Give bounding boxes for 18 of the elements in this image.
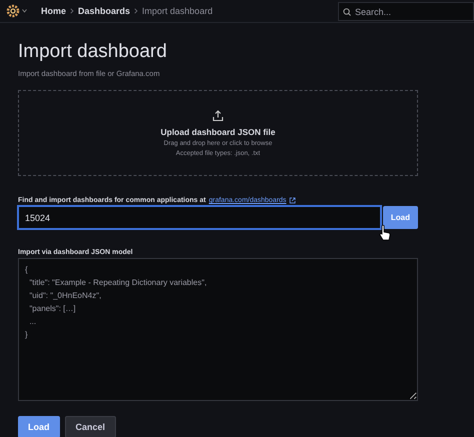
chevron-icon [22, 9, 27, 13]
breadcrumb-link[interactable]: Dashboards [78, 6, 130, 16]
upload-title: Upload dashboard JSON file [160, 126, 276, 136]
chevron-right-icon [134, 8, 138, 14]
logo-menu-button[interactable] [6, 4, 27, 18]
chevron-right-icon [70, 8, 74, 14]
logo-icon [6, 4, 20, 18]
pointer-cursor-icon [379, 225, 391, 242]
dashboard-id-field[interactable]: 15024 [18, 206, 381, 229]
cancel-button[interactable]: Cancel [64, 416, 116, 437]
search-icon [343, 8, 351, 16]
breadcrumb-link[interactable]: Import dashboard [142, 6, 213, 16]
external-link-icon [289, 197, 296, 204]
breadcrumb-link[interactable]: Home [41, 6, 66, 16]
search-field[interactable]: Search... [338, 2, 474, 21]
upload-icon [212, 110, 224, 122]
page-title: Import dashboard [18, 41, 168, 63]
json-model-field[interactable]: { "title": "Example - Repeating Dictionary variables", "uid": "_0HnEoN4z", "panels": […] ... } [18, 258, 418, 401]
